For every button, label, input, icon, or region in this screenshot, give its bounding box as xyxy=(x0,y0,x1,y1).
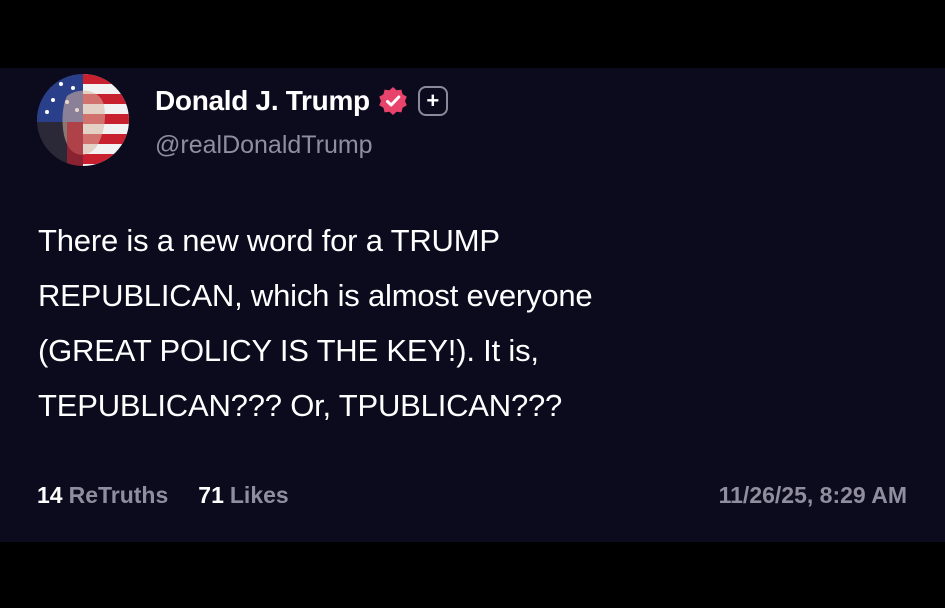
post-text-line: There is a new word for a TRUMP xyxy=(38,223,500,258)
retruths-count: 14 xyxy=(37,482,63,508)
plus-badge-icon[interactable]: + xyxy=(417,86,448,116)
retruths-label: ReTruths xyxy=(68,482,169,508)
retruths-stat[interactable]: 14 ReTruths xyxy=(37,482,168,509)
post-stats: 14 ReTruths 71 Likes xyxy=(37,482,289,509)
author-name-row: Donald J. Trump + xyxy=(155,84,448,118)
author-handle[interactable]: @realDonaldTrump xyxy=(155,131,373,160)
likes-count: 71 xyxy=(198,482,224,508)
post-timestamp[interactable]: 11/26/25, 8:29 AM xyxy=(719,482,907,509)
screenshot-frame: Donald J. Trump + @realDonaldTrump There… xyxy=(0,0,945,608)
author-display-name[interactable]: Donald J. Trump xyxy=(155,85,370,117)
avatar[interactable] xyxy=(37,74,129,166)
likes-stat[interactable]: 71 Likes xyxy=(198,482,288,509)
likes-label: Likes xyxy=(229,482,289,508)
avatar-image xyxy=(37,74,129,166)
post-text: There is a new word for a TRUMP REPUBLIC… xyxy=(38,213,898,433)
verified-badge-icon xyxy=(378,86,408,116)
post-text-line: TEPUBLICAN??? Or, TPUBLICAN??? xyxy=(38,388,563,423)
post-text-line: (GREAT POLICY IS THE KEY!). It is, xyxy=(38,333,539,368)
post-text-line: REPUBLICAN, which is almost everyone xyxy=(38,278,593,313)
